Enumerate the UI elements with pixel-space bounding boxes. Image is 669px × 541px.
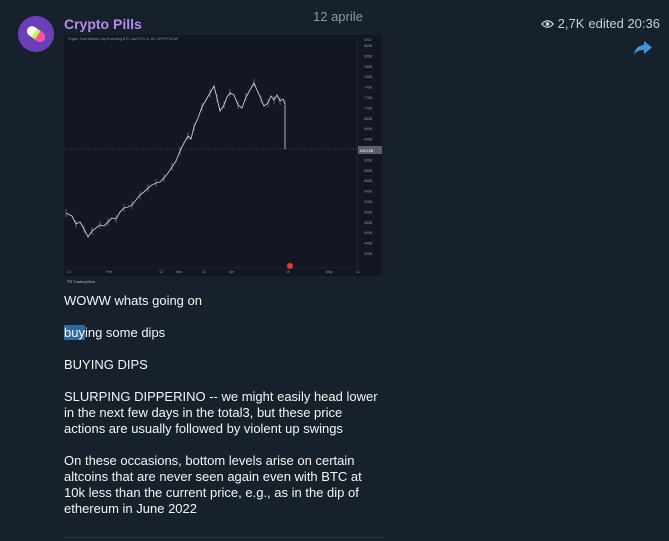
- pill-icon: [18, 16, 54, 52]
- view-count: 2,7K: [557, 16, 585, 31]
- post-meta: 2,7K edited 20:36: [540, 16, 660, 31]
- chart-y-tick: 660B: [364, 127, 373, 131]
- paragraph-3: BUYING DIPS: [64, 357, 148, 372]
- paragraph-2: buying some dips: [64, 325, 384, 341]
- chart-x-tick: 11: [202, 270, 206, 274]
- chart-y-tick: 440B: [364, 242, 373, 246]
- chart-x-tick: Feb: [106, 270, 112, 274]
- paragraph-5: On these occasions, bottom levels arise …: [64, 453, 362, 516]
- paragraph-1: WOWW whats going on: [64, 293, 202, 308]
- price-chart: USD 860B 820B 780B 760B 740B 720B 700B 680B 660B 6…: [64, 38, 382, 274]
- chart-y-tick: 740B: [364, 86, 373, 90]
- chart-y-tick: 780B: [364, 65, 373, 69]
- chart-y-tick: 540B: [364, 190, 373, 194]
- chart-y-tick: 700B: [364, 106, 373, 110]
- chart-price-line: [65, 81, 286, 238]
- chart-currency: USD: [364, 38, 372, 42]
- tradingview-watermark: TV TradingView: [67, 279, 96, 284]
- chart-x-tick: May: [326, 270, 333, 274]
- message-body: WOWW whats going on buying some dips BUY…: [64, 293, 384, 533]
- paragraph-2-rest: ing some dips: [84, 325, 166, 340]
- paragraph-4: SLURPING DIPPERINO -- we might easily he…: [64, 389, 378, 436]
- chart-y-tick: 760B: [364, 75, 373, 79]
- chart-x-tick: Apr: [229, 270, 235, 274]
- chart-y-tick: 720B: [364, 96, 373, 100]
- chart-y-tick: 580B: [364, 169, 373, 173]
- chart-y-tick: 520B: [364, 200, 373, 204]
- chart-y-tick: 420B: [364, 252, 373, 256]
- chart-x-tick: 13: [67, 270, 71, 274]
- chart-y-tick: 500B: [364, 210, 373, 214]
- chart-y-tick: 640B: [364, 138, 373, 142]
- channel-name[interactable]: Crypto Pills: [64, 16, 142, 32]
- eye-icon: [540, 19, 554, 28]
- chart-event-badge: [287, 263, 293, 269]
- chart-y-tick: 820B: [364, 54, 373, 58]
- channel-avatar[interactable]: [18, 16, 54, 52]
- chart-y-tick: 480B: [364, 221, 373, 225]
- divider: [64, 537, 384, 538]
- chart-price-label: 609.16B: [360, 149, 374, 153]
- chart-y-tick: 560B: [364, 179, 373, 183]
- chart-x-tick: 11: [356, 270, 360, 274]
- forward-arrow-icon[interactable]: [633, 40, 653, 56]
- chart-y-tick: 680B: [364, 117, 373, 121]
- chart-y-tick: 460B: [364, 231, 373, 235]
- date-separator: 12 aprile: [313, 9, 363, 24]
- selected-text: buy: [64, 325, 85, 340]
- edited-time: edited 20:36: [588, 16, 660, 31]
- chart-y-tick: 860B: [364, 44, 373, 48]
- chart-x-tick: Mar: [176, 270, 183, 274]
- chart-y-tick: 600B: [364, 158, 373, 162]
- chart-x-tick: 15: [286, 270, 290, 274]
- chart-screenshot[interactable]: Crypto Total Market Cap Excluding BTC an…: [64, 35, 382, 284]
- chart-x-tick: 12: [159, 270, 163, 274]
